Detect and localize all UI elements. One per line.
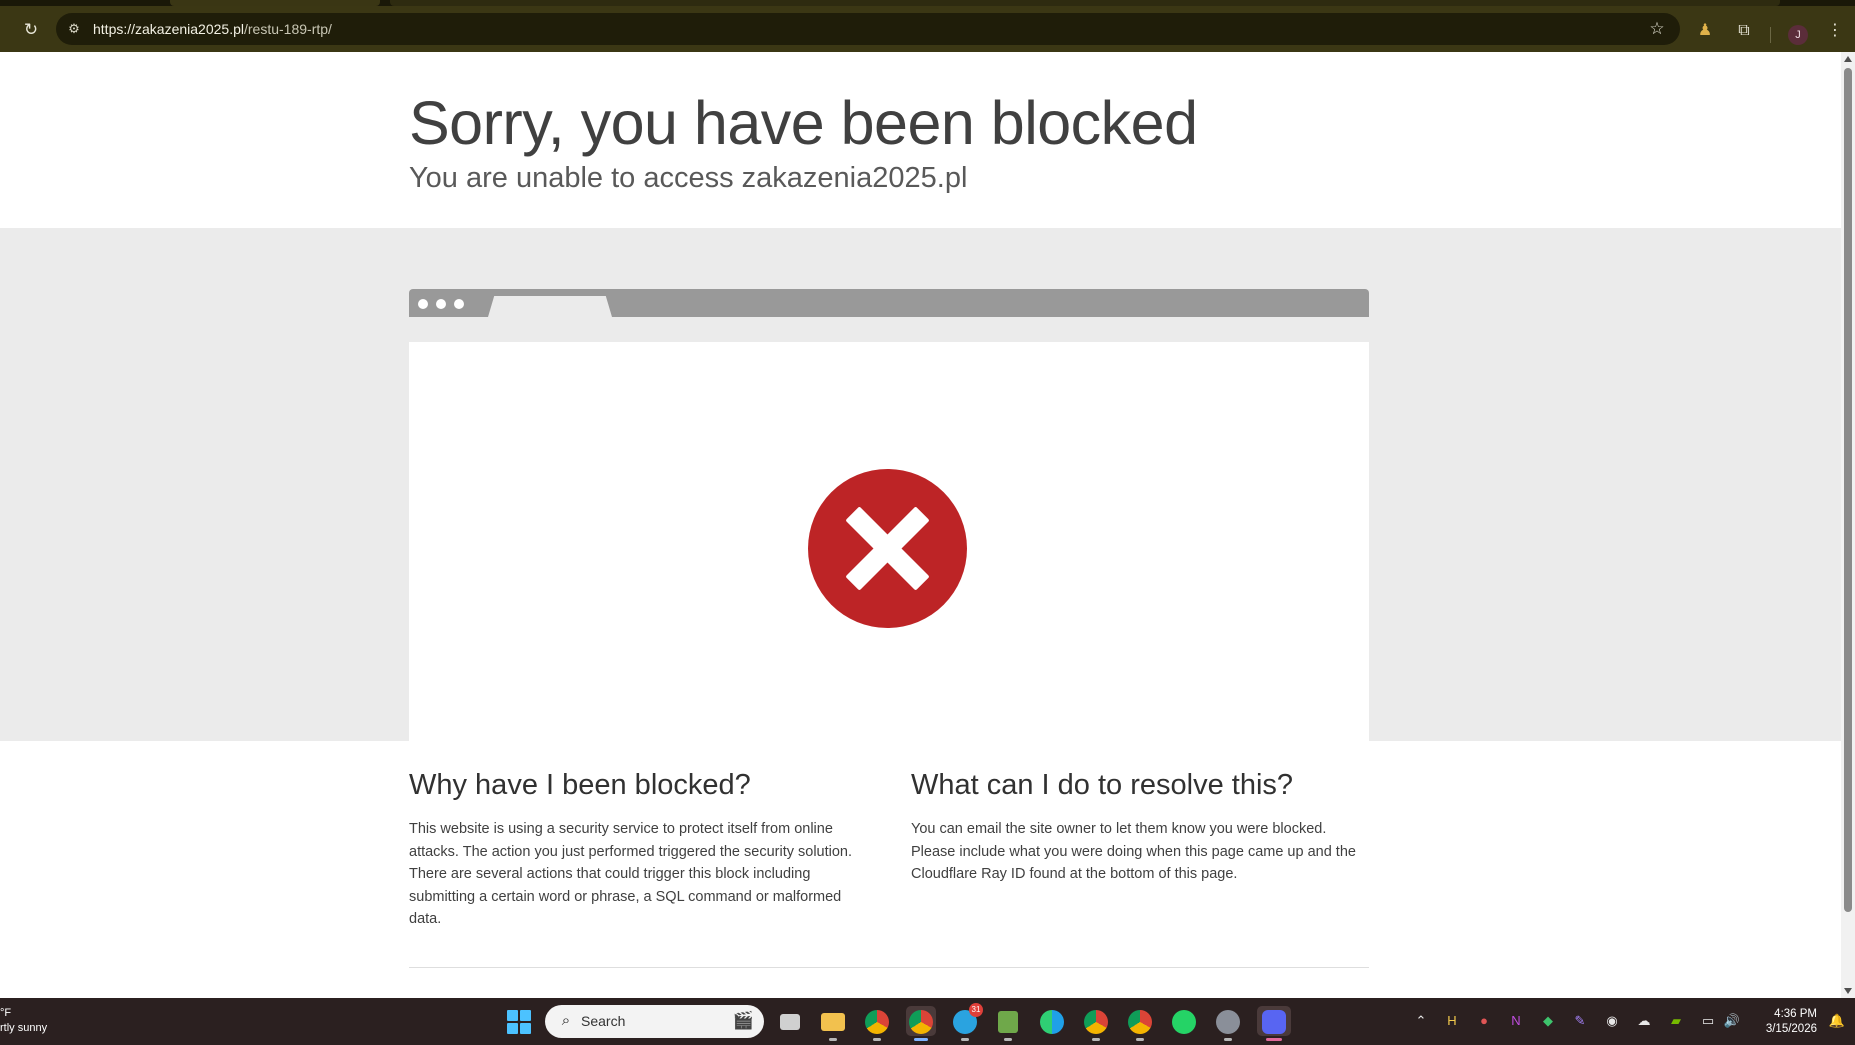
resolve-section: What can I do to resolve this? You can e…	[911, 769, 1371, 886]
page-subtitle: You are unable to access zakazenia2025.p…	[409, 162, 968, 194]
reload-icon[interactable]: ↻	[20, 19, 42, 41]
weather-desc: rtly sunny	[0, 1022, 48, 1034]
chrome-profile-2-icon[interactable]	[1081, 1006, 1111, 1041]
star-icon[interactable]: ☆	[1646, 18, 1668, 40]
weather-widget[interactable]: °F rtly sunny	[0, 1006, 47, 1036]
cloud-offline-icon[interactable]: ☁	[1634, 1011, 1654, 1031]
weather-temp: °F	[0, 1007, 12, 1019]
why-blocked-text: This website is using a security service…	[409, 821, 853, 927]
why-blocked-heading: Why have I been blocked?	[409, 769, 751, 801]
clock-time: 4:36 PM	[1774, 1008, 1817, 1020]
window-dot	[418, 299, 428, 309]
illustration-browser-bar	[409, 289, 1369, 317]
chrome-profile-3-icon[interactable]	[1125, 1006, 1155, 1041]
system-clock[interactable]: 4:36 PM 3/15/2026	[1766, 1007, 1817, 1037]
avatar[interactable]: J	[1788, 25, 1808, 45]
notification-bell-icon[interactable]: 🔔	[1827, 1011, 1847, 1031]
whatsapp-icon[interactable]	[1169, 1006, 1199, 1036]
toolbar-divider	[1770, 27, 1771, 43]
volume-icon[interactable]: 🔊	[1722, 1011, 1742, 1031]
search-input[interactable]: Search	[581, 1005, 625, 1038]
chevron-up-icon[interactable]: ⌃	[1411, 1011, 1431, 1031]
telegram-icon[interactable]: 31	[950, 1003, 983, 1041]
illustration-browser-window	[409, 342, 1369, 741]
profile-extension-icon[interactable]: ♟	[1693, 19, 1717, 43]
url-text[interactable]: https://zakazenia2025.pl/restu-189-rtp/	[93, 13, 332, 45]
scroll-thumb[interactable]	[1844, 68, 1852, 912]
discord-tray-icon[interactable]: ◉	[1602, 1011, 1622, 1031]
spreadsheet-icon[interactable]	[993, 1006, 1023, 1041]
error-x-icon	[808, 469, 967, 628]
chrome-active-icon[interactable]	[906, 1006, 936, 1041]
browser-toolbar: ↻ ⚙ https://zakazenia2025.pl/restu-189-r…	[0, 6, 1855, 52]
discord-icon[interactable]	[1257, 1006, 1291, 1041]
window-dot	[454, 299, 464, 309]
windows-taskbar: °F rtly sunny ⌕ Search 🎬 31 ⌃ H ● N ◆ ✎ …	[0, 998, 1855, 1045]
illustration-tab	[488, 296, 612, 317]
task-view-icon[interactable]	[775, 1006, 805, 1036]
resolve-text: You can email the site owner to let them…	[911, 821, 1356, 882]
url-host: https://zakazenia2025.pl	[93, 21, 244, 37]
security-shield-icon[interactable]: ◆	[1538, 1011, 1558, 1031]
telegram-badge: 31	[969, 1003, 983, 1017]
kebab-menu-icon[interactable]: ⋮	[1823, 19, 1847, 43]
url-path: /restu-189-rtp/	[244, 21, 332, 37]
extensions-icon[interactable]: ⧉	[1732, 19, 1756, 43]
calendar-tray-icon[interactable]: ●	[1474, 1011, 1494, 1031]
pen-icon[interactable]: ✎	[1570, 1011, 1590, 1031]
app-tray-icon[interactable]: H	[1442, 1011, 1462, 1031]
search-highlight-icon: 🎬	[732, 1011, 754, 1030]
window-dot	[436, 299, 446, 309]
settings-gear-icon[interactable]	[1213, 1006, 1243, 1041]
chrome-profile-1-icon[interactable]	[862, 1006, 892, 1041]
edge-icon[interactable]	[1037, 1006, 1067, 1036]
nvidia-icon[interactable]: ▰	[1666, 1011, 1686, 1031]
search-icon: ⌕	[561, 1012, 571, 1029]
file-explorer-icon[interactable]	[818, 1006, 848, 1041]
taskbar-search[interactable]: ⌕ Search 🎬	[545, 1005, 764, 1038]
why-blocked-section: Why have I been blocked? This website is…	[409, 769, 869, 931]
page-title: Sorry, you have been blocked	[409, 89, 1198, 157]
address-bar[interactable]: ⚙ https://zakazenia2025.pl/restu-189-rtp…	[56, 13, 1680, 45]
footer-divider	[409, 967, 1369, 968]
onenote-tray-icon[interactable]: N	[1506, 1011, 1526, 1031]
page-scrollbar[interactable]	[1841, 52, 1855, 998]
scroll-down-icon[interactable]	[1844, 988, 1852, 994]
resolve-heading: What can I do to resolve this?	[911, 769, 1294, 801]
network-icon[interactable]: ▭	[1698, 1011, 1718, 1031]
page-content: Sorry, you have been blocked You are una…	[0, 52, 1841, 998]
scroll-up-icon[interactable]	[1844, 56, 1852, 62]
tune-icon[interactable]: ⚙	[64, 19, 84, 39]
windows-start-icon[interactable]	[507, 1010, 531, 1034]
page-header: Sorry, you have been blocked You are una…	[0, 52, 1841, 228]
clock-date: 3/15/2026	[1765, 1023, 1817, 1035]
